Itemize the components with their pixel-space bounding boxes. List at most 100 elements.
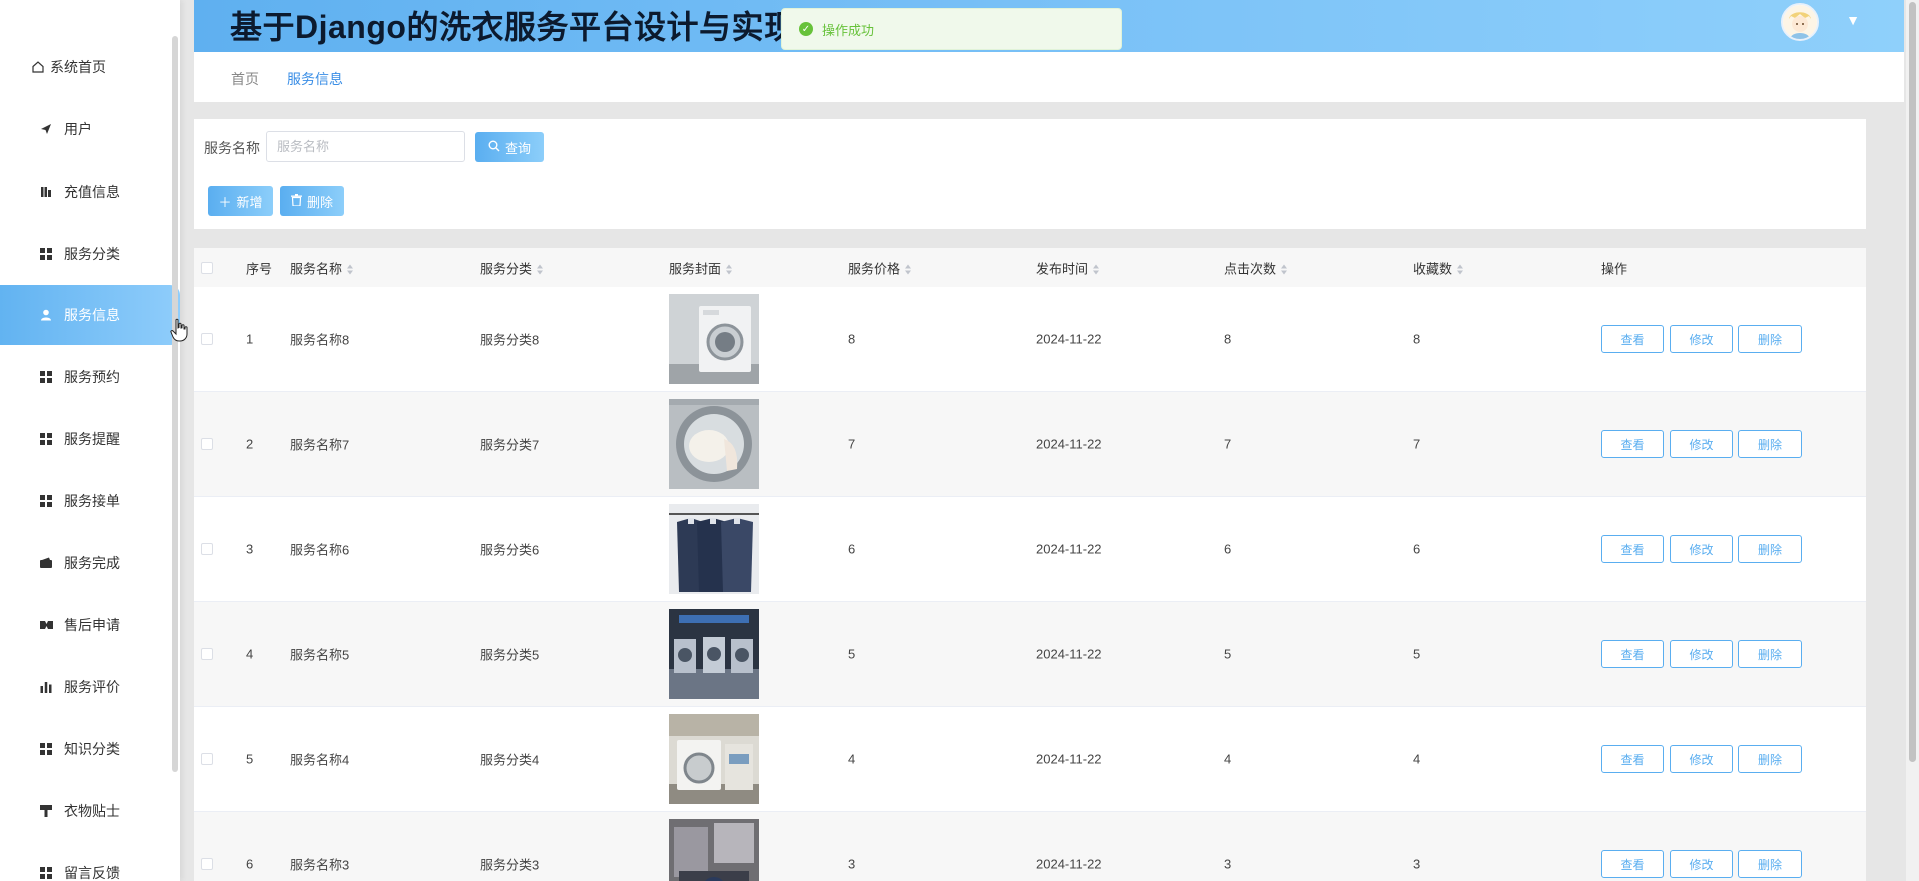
plus-icon: ＋ (218, 194, 232, 210)
edit-button[interactable]: 修改 (1670, 745, 1733, 773)
cell-name: 服务名称3 (290, 857, 350, 873)
view-button[interactable]: 查看 (1601, 745, 1664, 773)
cell-price: 7 (848, 436, 856, 452)
column-header-label: 服务分类 (480, 261, 533, 276)
row-checkbox[interactable] (201, 333, 213, 345)
row-delete-button[interactable]: 删除 (1738, 640, 1802, 668)
breadcrumb-home[interactable]: 首页 (231, 69, 259, 89)
view-button[interactable]: 查看 (1601, 640, 1664, 668)
column-header-date[interactable]: 发布时间 (1036, 258, 1100, 277)
sidebar-item-label: 充值信息 (64, 184, 120, 200)
column-header-category[interactable]: 服务分类 (480, 258, 544, 277)
cell-favorites: 3 (1413, 856, 1421, 872)
sidebar-item-knowledge-category[interactable]: 知识分类 (0, 719, 180, 779)
sidebar-item-service-booking[interactable]: 服务预约 (0, 347, 180, 407)
wallet-icon (38, 555, 54, 571)
cell-no: 6 (246, 856, 254, 872)
sidebar-item-home[interactable]: 系统首页 (0, 37, 180, 97)
edit-button[interactable]: 修改 (1670, 430, 1733, 458)
sort-icon[interactable] (1093, 264, 1100, 275)
cover-image[interactable] (669, 819, 759, 881)
cover-image[interactable] (669, 714, 759, 804)
row-checkbox[interactable] (201, 753, 213, 765)
delete-button[interactable]: 删除 (280, 186, 344, 216)
app-title: 基于Django的洗衣服务平台设计与实现 (230, 9, 797, 45)
row-delete-button[interactable]: 删除 (1738, 325, 1802, 353)
grid-icon (38, 741, 54, 757)
trash-icon (290, 193, 302, 209)
chevron-down-icon[interactable]: ▼ (1846, 12, 1860, 28)
grid-icon (38, 369, 54, 385)
sidebar-item-service-category[interactable]: 服务分类 (0, 224, 180, 284)
view-button[interactable]: 查看 (1601, 430, 1664, 458)
edit-button[interactable]: 修改 (1670, 850, 1733, 878)
sort-icon[interactable] (537, 264, 544, 275)
cell-date: 2024-11-22 (1036, 331, 1102, 347)
cell-name: 服务名称5 (290, 647, 350, 663)
view-button[interactable]: 查看 (1601, 325, 1664, 353)
sort-icon[interactable] (1457, 264, 1464, 275)
sidebar-item-label: 服务完成 (64, 555, 120, 571)
sidebar-item-recharge[interactable]: 充值信息 (0, 162, 180, 222)
edit-button[interactable]: 修改 (1670, 640, 1733, 668)
search-button[interactable]: 查询 (475, 132, 544, 162)
cell-price: 5 (848, 646, 856, 662)
cell-category: 服务分类5 (480, 647, 540, 663)
row-checkbox[interactable] (201, 438, 213, 450)
cell-category: 服务分类3 (480, 857, 540, 873)
row-delete-button[interactable]: 删除 (1738, 745, 1802, 773)
table-row: 1 服务名称8 服务分类8 8 2024-11-22 8 8 查看 修改 删除 (194, 287, 1866, 392)
cell-no: 4 (246, 646, 254, 662)
select-all-checkbox[interactable] (201, 261, 213, 274)
view-button[interactable]: 查看 (1601, 850, 1664, 878)
cover-image[interactable] (669, 504, 759, 594)
column-header-name[interactable]: 服务名称 (290, 258, 354, 277)
sidebar-item-label: 知识分类 (64, 741, 120, 757)
column-header-cover[interactable]: 服务封面 (669, 258, 733, 277)
row-checkbox[interactable] (201, 543, 213, 555)
row-checkbox[interactable] (201, 648, 213, 660)
cell-name: 服务名称6 (290, 542, 350, 558)
cover-image[interactable] (669, 294, 759, 384)
sidebar-item-label: 服务分类 (64, 246, 120, 262)
edit-button[interactable]: 修改 (1670, 325, 1733, 353)
add-button[interactable]: ＋ 新增 (208, 186, 273, 216)
sidebar-item-service-reminder[interactable]: 服务提醒 (0, 409, 180, 469)
cell-date: 2024-11-22 (1036, 646, 1102, 662)
cell-clicks: 4 (1224, 751, 1232, 767)
cover-image[interactable] (669, 399, 759, 489)
table-header: 序号 服务名称 服务分类 服务封面 服务价格 发布时间 点击次数 收藏数 操作 (194, 248, 1866, 287)
column-header-favorites[interactable]: 收藏数 (1413, 258, 1464, 277)
cell-no: 5 (246, 751, 254, 767)
search-input[interactable] (266, 131, 465, 162)
success-toast: ✓ 操作成功 (781, 8, 1122, 50)
page-scrollbar[interactable] (1906, 0, 1919, 881)
sidebar-item-service-review[interactable]: 服务评价 (0, 657, 180, 717)
sidebar-item-after-sales[interactable]: 售后申请 (0, 595, 180, 655)
sidebar-item-label: 衣物贴士 (64, 803, 120, 819)
sidebar-item-feedback[interactable]: 留言反馈 (0, 843, 180, 881)
sort-icon[interactable] (726, 264, 733, 275)
sidebar-item-label: 用户 (64, 121, 92, 137)
sidebar-scrollbar[interactable] (172, 36, 178, 772)
sort-icon[interactable] (1281, 264, 1288, 275)
sidebar-item-service-complete[interactable]: 服务完成 (0, 533, 180, 593)
sort-icon[interactable] (347, 264, 354, 275)
cell-date: 2024-11-22 (1036, 856, 1102, 872)
row-delete-button[interactable]: 删除 (1738, 535, 1802, 563)
sidebar-item-clothing-tips[interactable]: 衣物贴士 (0, 781, 180, 841)
edit-button[interactable]: 修改 (1670, 535, 1733, 563)
sidebar-item-service-accept[interactable]: 服务接单 (0, 471, 180, 531)
column-header-price[interactable]: 服务价格 (848, 258, 912, 277)
cover-image[interactable] (669, 609, 759, 699)
row-checkbox[interactable] (201, 858, 213, 870)
row-delete-button[interactable]: 删除 (1738, 430, 1802, 458)
sort-icon[interactable] (905, 264, 912, 275)
avatar[interactable] (1781, 3, 1819, 41)
column-header-clicks[interactable]: 点击次数 (1224, 258, 1288, 277)
view-button[interactable]: 查看 (1601, 535, 1664, 563)
scrollbar-thumb[interactable] (1909, 2, 1916, 762)
sidebar-item-service-info[interactable]: 服务信息 (0, 285, 180, 345)
row-delete-button[interactable]: 删除 (1738, 850, 1802, 878)
sidebar-item-users[interactable]: 用户 (0, 99, 180, 159)
